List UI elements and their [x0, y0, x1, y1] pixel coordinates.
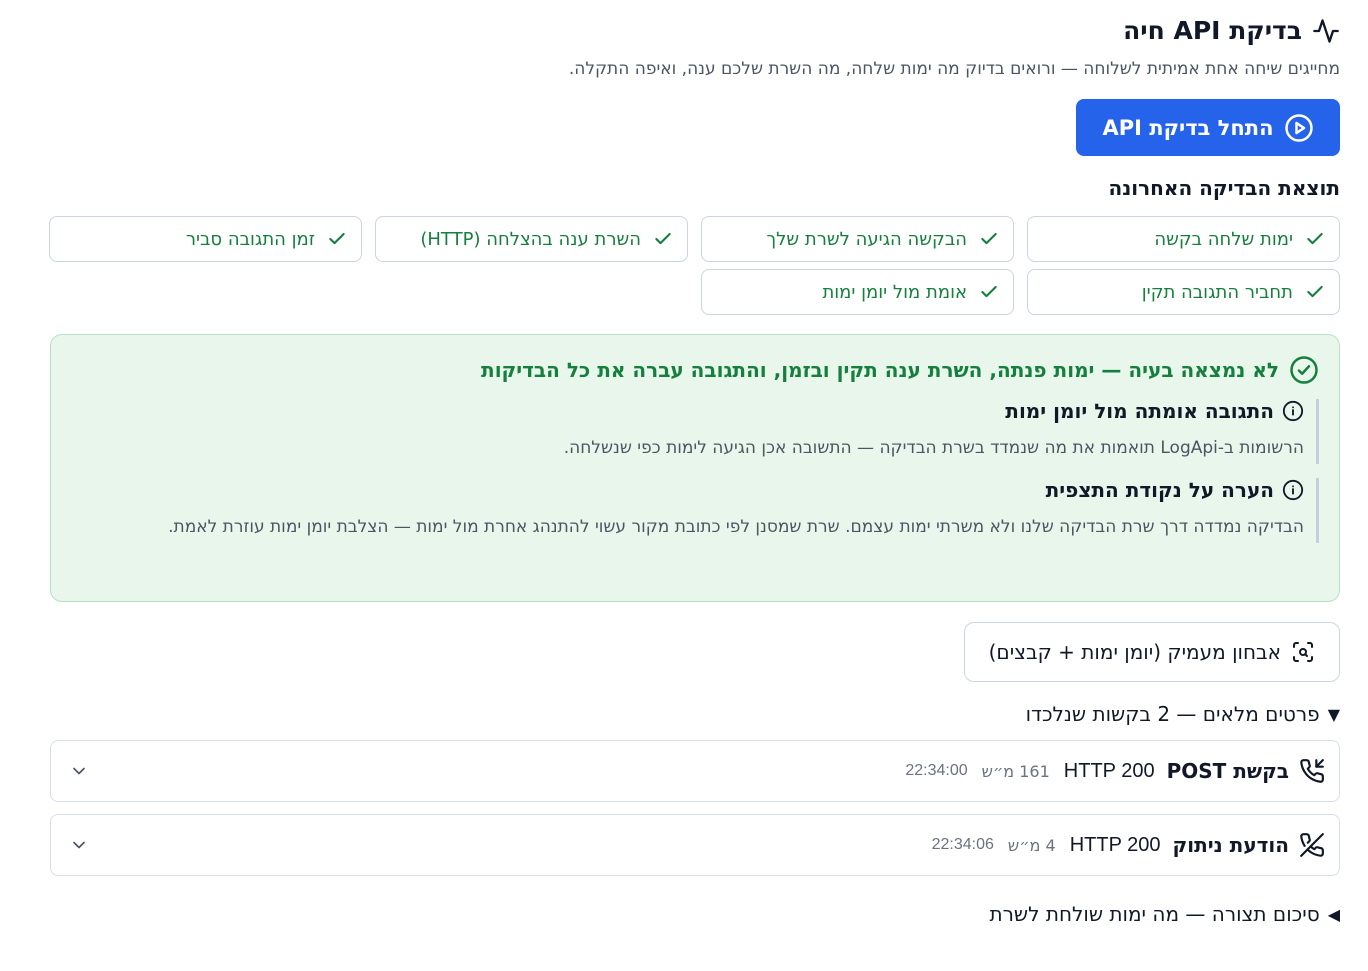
- check-item-syntax-valid: תחביר התגובה תקין: [1027, 269, 1340, 315]
- details-toggle[interactable]: ▼ פרטים מלאים — 2 בקשות שנלכדו: [50, 702, 1340, 726]
- request-duration: 161 מ״ש: [981, 761, 1050, 781]
- page-subtitle: מחייגים שיחה אחת אמיתית לשלוחה — ורואים …: [568, 59, 1340, 79]
- note-title-text: הערה על נקודת התצפית: [1045, 478, 1274, 502]
- check-item-verified-log: אומת מול יומן ימות: [701, 269, 1014, 315]
- note-title: הערה על נקודת התצפית: [71, 478, 1304, 502]
- note-text: הבדיקה נמדדה דרך שרת הבדיקה שלנו ולא משר…: [168, 517, 1304, 537]
- request-duration: 4 מ״ש: [1007, 835, 1056, 855]
- info-icon: [1282, 479, 1304, 501]
- check-item-request-arrived: הבקשה הגיעה לשרת שלך: [701, 216, 1014, 262]
- page-header: בדיקת API חיה: [50, 0, 1340, 45]
- note-observation: הערה על נקודת התצפית הבדיקה נמדדה דרך שר…: [71, 478, 1319, 543]
- note-title-text: התגובה אומתה מול יומן ימות: [1005, 399, 1274, 423]
- check-item-request-sent: ימות שלחה בקשה: [1027, 216, 1340, 262]
- triangle-down-icon: ▼: [1327, 704, 1340, 724]
- start-api-test-button[interactable]: התחל בדיקת API: [1076, 99, 1340, 156]
- request-status: HTTP 200: [1069, 833, 1161, 856]
- request-row-post[interactable]: בקשת POST HTTP 200 161 מ״ש 22:34:00: [50, 740, 1340, 802]
- check-item-server-responded: השרת ענה בהצלחה (HTTP): [375, 216, 688, 262]
- check-icon: [1307, 232, 1323, 245]
- check-label: הבקשה הגיעה לשרת שלך: [766, 228, 967, 250]
- activity-icon: [1313, 18, 1339, 43]
- request-time: 22:34:06: [931, 836, 994, 853]
- note-title: התגובה אומתה מול יומן ימות: [71, 399, 1304, 423]
- config-summary-toggle[interactable]: ◀ סיכום תצורה — מה ימות שולחת לשרת: [50, 902, 1341, 926]
- phone-off-icon: [1300, 833, 1324, 857]
- request-title: בקשת POST: [1166, 759, 1289, 783]
- check-label: אומת מול יומן ימות: [822, 281, 967, 303]
- chevron-down-icon[interactable]: [69, 761, 89, 781]
- request-time: 22:34:00: [905, 762, 968, 779]
- details-summary-text: פרטים מלאים — 2 בקשות שנלכדו: [1025, 702, 1320, 726]
- checks-grid: ימות שלחה בקשה הבקשה הגיעה לשרת שלך השרת…: [49, 216, 1340, 315]
- request-title: הודעת ניתוק: [1172, 833, 1289, 857]
- last-result-title: תוצאת הבדיקה האחרונה: [1108, 176, 1340, 200]
- check-circle-icon: [1290, 356, 1318, 384]
- deep-diagnosis-label: אבחון מעמיק (יומן ימות + קבצים): [988, 640, 1281, 664]
- check-icon: [981, 285, 997, 298]
- result-box: לא נמצאה בעיה — ימות פנתה, השרת ענה תקין…: [50, 334, 1340, 602]
- page: בדיקת API חיה מחייגים שיחה אחת אמיתית לש…: [0, 0, 1368, 971]
- request-row-hangup[interactable]: הודעת ניתוק HTTP 200 4 מ״ש 22:34:06: [50, 814, 1340, 876]
- deep-diagnosis-button[interactable]: אבחון מעמיק (יומן ימות + קבצים): [963, 622, 1340, 682]
- play-circle-icon: [1284, 113, 1313, 142]
- request-status: HTTP 200: [1063, 759, 1155, 782]
- check-label: זמן התגובה סביר: [185, 228, 315, 250]
- result-headline: לא נמצאה בעיה — ימות פנתה, השרת ענה תקין…: [71, 355, 1319, 385]
- check-label: השרת ענה בהצלחה (HTTP): [420, 228, 641, 250]
- check-label: תחביר התגובה תקין: [1141, 281, 1293, 303]
- check-item-response-time: זמן התגובה סביר: [49, 216, 362, 262]
- note-verified: התגובה אומתה מול יומן ימות הרשומות ב-Log…: [71, 399, 1319, 464]
- check-icon: [981, 232, 997, 245]
- check-icon: [329, 232, 345, 245]
- info-icon: [1282, 400, 1304, 422]
- chevron-down-icon[interactable]: [69, 835, 89, 855]
- result-headline-text: לא נמצאה בעיה — ימות פנתה, השרת ענה תקין…: [481, 358, 1279, 382]
- scan-search-icon: [1293, 642, 1313, 662]
- check-icon: [1307, 285, 1323, 298]
- phone-incoming-icon: [1300, 759, 1324, 783]
- config-summary-text: סיכום תצורה — מה ימות שולחת לשרת: [989, 902, 1320, 926]
- note-text: הרשומות ב-LogApi תואמות את מה שנמדד בשרת…: [563, 438, 1304, 458]
- triangle-left-icon: ◀: [1327, 904, 1340, 924]
- check-label: ימות שלחה בקשה: [1154, 228, 1293, 250]
- check-icon: [655, 232, 671, 245]
- start-api-test-label: התחל בדיקת API: [1102, 115, 1274, 140]
- page-title: בדיקת API חיה: [1123, 16, 1302, 45]
